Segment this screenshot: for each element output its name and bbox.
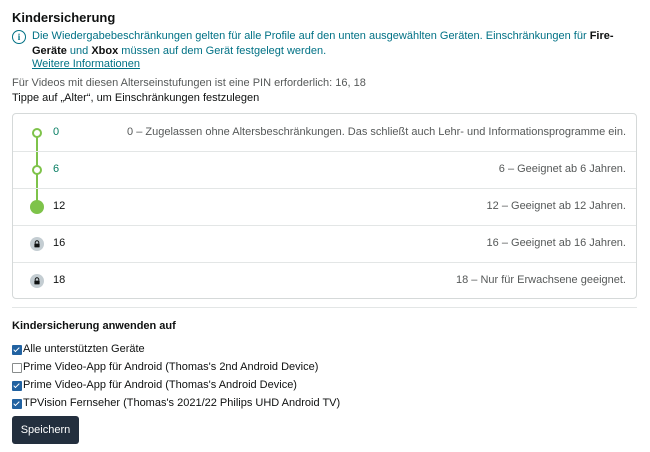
rating-row-12[interactable]: 12 12 – Geeignet ab 12 Jahren. [13, 188, 636, 226]
device-checkbox[interactable] [12, 399, 22, 409]
rating-row-16[interactable]: 16 16 – Geeignet ab 16 Jahren. [13, 225, 636, 263]
instruction-text: Tippe auf „Alter“, um Einschränkungen fe… [12, 92, 260, 104]
rating-age: 16 [53, 237, 66, 249]
rating-desc: 0 – Zugelassen ohne Altersbeschränkungen… [127, 126, 626, 138]
lock-icon [30, 274, 44, 288]
rating-age: 12 [53, 200, 66, 212]
rating-age: 6 [53, 163, 60, 175]
rating-desc: 16 – Geeignet ab 16 Jahren. [486, 237, 626, 249]
info-text-part: müssen auf dem Gerät festgelegt werden. [118, 44, 327, 57]
info-text-part: und [66, 44, 92, 57]
rating-desc: 12 – Geeignet ab 12 Jahren. [486, 200, 626, 212]
rating-row-0[interactable]: 0 0 – Zugelassen ohne Altersbeschränkung… [13, 114, 636, 152]
more-info-link[interactable]: Weitere Informationen [32, 58, 140, 70]
rating-allowed-dot-icon [32, 165, 42, 175]
rating-age: 0 [53, 126, 60, 138]
rating-allowed-dot-icon [32, 128, 42, 138]
device-checkbox[interactable] [12, 381, 22, 391]
device-label: TPVision Fernseher (Thomas's 2021/22 Phi… [23, 397, 341, 409]
device-checkbox[interactable] [12, 363, 22, 373]
age-rating-list: 0 0 – Zugelassen ohne Altersbeschränkung… [12, 113, 637, 299]
device-label: Prime Video-App für Android (Thomas's An… [23, 379, 297, 391]
info-icon: i [12, 30, 26, 44]
device-label: Prime Video-App für Android (Thomas's 2n… [23, 361, 319, 373]
rating-selected-dot-icon [30, 200, 44, 214]
pin-requirement-text: Für Videos mit diesen Alterseinstufungen… [12, 77, 366, 89]
save-button[interactable]: Speichern [12, 416, 79, 444]
info-bold-xbox: Xbox [91, 44, 119, 57]
rating-desc: 6 – Geeignet ab 6 Jahren. [498, 163, 626, 175]
device-checkbox[interactable] [12, 345, 22, 355]
apply-to-title: Kindersicherung anwenden auf [12, 320, 176, 332]
section-title: Kindersicherung [12, 10, 116, 25]
device-label: Alle unterstützten Geräte [23, 343, 145, 355]
rating-row-6[interactable]: 6 6 – Geeignet ab 6 Jahren. [13, 151, 636, 189]
lock-icon [30, 237, 44, 251]
info-text-part: Die Wiedergabebeschränkungen gelten für … [32, 30, 590, 42]
section-divider [12, 307, 637, 308]
rating-row-18[interactable]: 18 18 – Nur für Erwachsene geeignet. [13, 262, 636, 299]
rating-age: 18 [53, 274, 66, 286]
info-text: Die Wiedergabebeschränkungen gelten für … [32, 29, 637, 58]
rating-desc: 18 – Nur für Erwachsene geeignet. [456, 274, 626, 286]
